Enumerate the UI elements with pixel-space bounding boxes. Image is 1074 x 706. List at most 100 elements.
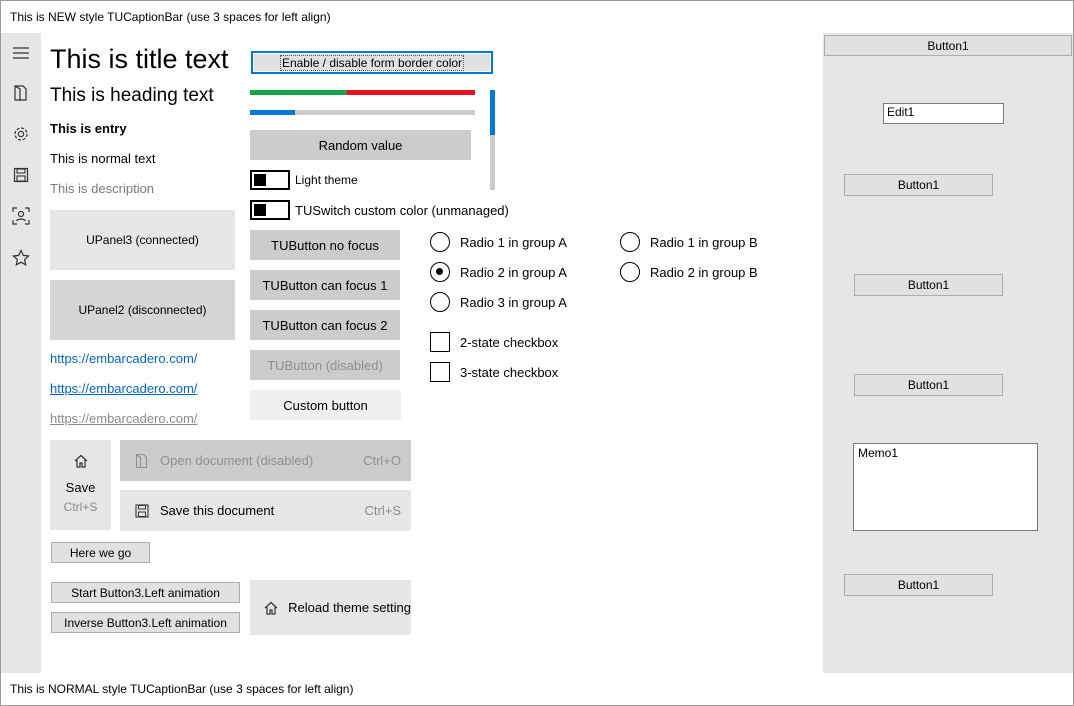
sidebar [1,33,41,673]
light-theme-label: Light theme [295,173,358,187]
radio-circle [620,232,640,252]
checkbox-3-state-label: 3-state checkbox [460,364,559,380]
custom-button[interactable]: Custom button [250,390,401,420]
save-symbol-button[interactable]: Save Ctrl+S [50,440,111,530]
radio-circle [430,232,450,252]
caption-top-text: This is NEW style TUCaptionBar (use 3 sp… [10,10,331,24]
star-icon[interactable] [1,243,41,273]
caption-bar-top[interactable]: This is NEW style TUCaptionBar (use 3 sp… [1,1,1073,33]
checkbox-box [430,362,450,382]
border-color-button-label: Enable / disable form border color [279,54,465,71]
right-button-top[interactable]: Button1 [824,35,1072,56]
caption-bar-bottom[interactable]: This is NORMAL style TUCaptionBar (use 3… [1,673,1073,705]
save-document-label: Save this document [160,503,275,518]
right-button-b-label: Button1 [907,278,950,292]
normal-text: This is normal text [50,151,156,166]
light-theme-switch-row: Light theme [250,170,358,190]
start-animation-label: Start Button3.Left animation [71,585,220,600]
menu-icon[interactable] [1,38,41,68]
save-symbol-label: Save [65,480,96,495]
light-theme-switch[interactable] [250,170,290,190]
home-icon [262,598,280,618]
heading-text: This is heading text [50,85,214,106]
tubutton-can-focus-1[interactable]: TUButton can focus 1 [250,270,400,300]
radio-a-3-label: Radio 3 in group A [460,294,567,310]
vertical-progress-bar [490,90,495,190]
radio-a-1[interactable]: Radio 1 in group A [430,232,567,252]
memo1-value: Memo1 [858,446,899,460]
radio-circle [620,262,640,282]
radio-circle-selected [430,262,450,282]
right-button-d[interactable]: Button1 [844,574,993,596]
link-disabled[interactable]: https://embarcadero.com/ [50,411,197,426]
save-icon [132,501,152,521]
upanel-disconnected-label: UPanel2 (disconnected) [78,303,207,317]
right-button-c[interactable]: Button1 [854,374,1003,396]
memo1-field[interactable]: Memo1 [853,443,1038,531]
gear-icon[interactable] [1,119,41,149]
progress-bar-1 [250,90,475,95]
tubutton-can-focus-2-label: TUButton can focus 2 [262,317,388,333]
right-button-b[interactable]: Button1 [854,274,1003,296]
entry-text: This is entry [50,121,127,136]
upanel-connected: UPanel3 (connected) [50,210,235,270]
radio-a-2[interactable]: Radio 2 in group A [430,262,567,282]
custom-color-label: TUSwitch custom color (unmanaged) [295,202,509,218]
save-symbol-shortcut: Ctrl+S [63,500,98,514]
open-document-icon [132,451,152,471]
radio-b-1[interactable]: Radio 1 in group B [620,232,758,252]
custom-color-switch[interactable] [250,200,290,220]
title-text: This is title text [50,44,229,74]
radio-a-2-label: Radio 2 in group A [460,264,567,280]
tubutton-disabled: TUButton (disabled) [250,350,400,380]
inverse-animation-button[interactable]: Inverse Button3.Left animation [51,612,240,633]
switch-knob [254,174,266,186]
tubutton-disabled-label: TUButton (disabled) [267,357,383,373]
progress-bar-2-fill [250,110,295,115]
checkbox-2-state[interactable]: 2-state checkbox [430,332,558,352]
custom-color-switch-row: TUSwitch custom color (unmanaged) [250,200,509,220]
here-we-go-button[interactable]: Here we go [51,542,150,563]
radio-b-2[interactable]: Radio 2 in group B [620,262,758,282]
reload-theme-button[interactable]: Reload theme setting [250,580,411,635]
right-button-c-label: Button1 [907,378,950,392]
progress-bar-1-red [346,90,475,95]
vertical-progress-fill [490,90,495,135]
custom-button-label: Custom button [283,397,368,413]
save-icon[interactable] [1,160,41,190]
radio-a-1-label: Radio 1 in group A [460,234,567,250]
random-value-button[interactable]: Random value [250,130,471,160]
link-normal[interactable]: https://embarcadero.com/ [50,351,197,366]
random-value-label: Random value [318,137,403,153]
user-scan-icon[interactable] [1,201,41,231]
edit1-field[interactable]: Edit1 [883,103,1004,124]
checkbox-3-state[interactable]: 3-state checkbox [430,362,558,382]
radio-b-2-label: Radio 2 in group B [650,264,758,280]
upanel-connected-label: UPanel3 (connected) [86,233,199,247]
radio-circle [430,292,450,312]
tubutton-can-focus-1-label: TUButton can focus 1 [262,277,388,293]
right-button-a[interactable]: Button1 [844,174,993,196]
radio-a-3[interactable]: Radio 3 in group A [430,292,567,312]
start-animation-button[interactable]: Start Button3.Left animation [51,582,240,603]
reload-theme-label: Reload theme setting [288,600,411,615]
open-document-item: Open document (disabled) Ctrl+O [120,440,411,481]
border-color-button[interactable]: Enable / disable form border color [251,51,493,74]
right-button-top-label: Button1 [927,38,969,53]
open-document-shortcut: Ctrl+O [363,453,401,468]
tubutton-no-focus-label: TUButton no focus [271,237,379,253]
radio-b-1-label: Radio 1 in group B [650,234,758,250]
save-document-item[interactable]: Save this document Ctrl+S [120,490,411,531]
checkbox-2-state-label: 2-state checkbox [460,334,559,350]
link-hover[interactable]: https://embarcadero.com/ [50,381,197,396]
description-text: This is description [50,181,155,196]
tubutton-no-focus[interactable]: TUButton no focus [250,230,400,260]
switch-knob [254,204,266,216]
right-button-d-label: Button1 [897,578,940,592]
edit1-value: Edit1 [887,105,915,119]
right-button-a-label: Button1 [897,178,940,192]
open-document-icon[interactable] [1,78,41,108]
inverse-animation-label: Inverse Button3.Left animation [64,615,227,630]
home-icon [73,453,89,472]
tubutton-can-focus-2[interactable]: TUButton can focus 2 [250,310,400,340]
